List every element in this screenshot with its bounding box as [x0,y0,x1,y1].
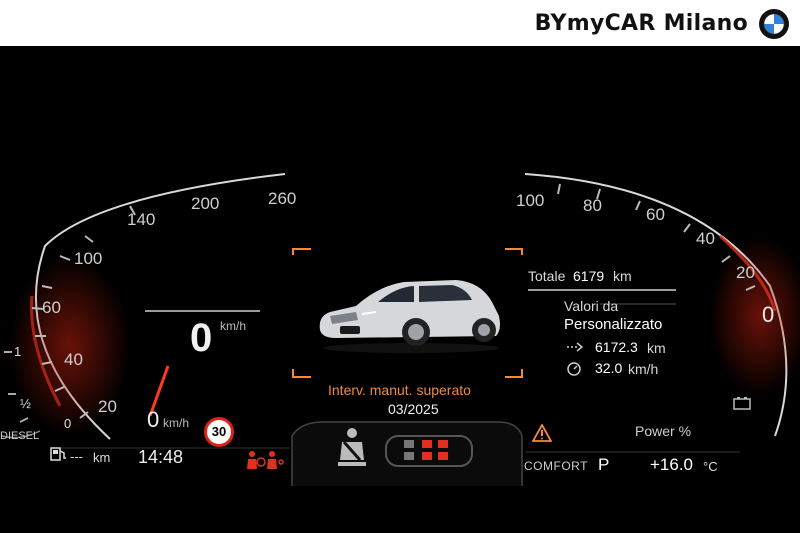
speed-limit-sign: 30 [204,417,234,447]
speed-tick-40: 40 [64,350,83,369]
values-from-label: Valori da [564,298,619,314]
outside-temperature: +16.0 [650,455,694,474]
total-value: 6179 [573,268,605,284]
seatbelt-icon [338,428,366,466]
battery-icon [733,397,751,410]
power-tick-40: 40 [696,229,715,248]
power-tick-80: 80 [583,196,602,215]
distance-unit: km [647,340,666,356]
car-image [319,280,500,353]
dealer-name: BYmyCAR Milano [534,11,748,36]
speed-tick-60: 60 [42,298,61,317]
drive-mode: COMFORT [524,459,588,473]
range-value: --- [70,449,83,464]
fuel-label-full: 1 [14,344,22,359]
temperature-unit: °C [703,459,718,474]
distance-icon [567,342,584,352]
power-label: Power % [635,423,692,439]
fuel-type: DIESEL [0,430,40,442]
needle-speed-unit: km/h [163,416,190,430]
fuel-pump-icon [50,447,66,461]
speed-tick-100: 100 [74,249,103,268]
warning-triangle-icon [532,424,552,442]
power-tick-60: 60 [646,205,665,224]
digital-speed-unit: km/h [220,319,247,333]
avg-speed-icon [567,362,581,376]
avg-speed-unit: km/h [628,361,659,377]
clock: 14:48 [138,447,184,467]
digital-speed: 0 [190,316,213,360]
total-unit: km [613,268,632,284]
speed-tick-20: 20 [98,397,117,416]
power-tick-0: 0 [762,302,775,327]
needle-speed: 0 [147,407,160,432]
service-warning: Interv. manut. superato [328,382,471,398]
fuel-label-half: ½ [20,396,31,411]
power-tick-20: 20 [736,263,755,282]
seat-occupancy-icon [385,435,473,467]
passenger-airbag-icon [247,451,284,469]
power-tick-100: 100 [516,191,545,210]
dealer-header: BYmyCAR Milano [0,0,800,46]
bmw-roundel-icon [759,9,789,39]
instrument-cluster: 20 40 60 100 140 200 260 0 km/h 0 km/h 1… [0,46,800,533]
gear-indicator: P [598,455,610,474]
avg-speed-value: 32.0 [595,360,623,376]
total-label: Totale [528,268,566,284]
fuel-label-empty: 0 [64,416,72,431]
service-date: 03/2025 [388,401,439,417]
range-unit: km [93,450,111,465]
trip-mode: Personalizzato [564,316,663,333]
speed-tick-140: 140 [127,210,156,229]
speed-tick-200: 200 [191,194,220,213]
distance-value: 6172.3 [595,339,638,355]
speed-tick-260: 260 [268,189,297,208]
